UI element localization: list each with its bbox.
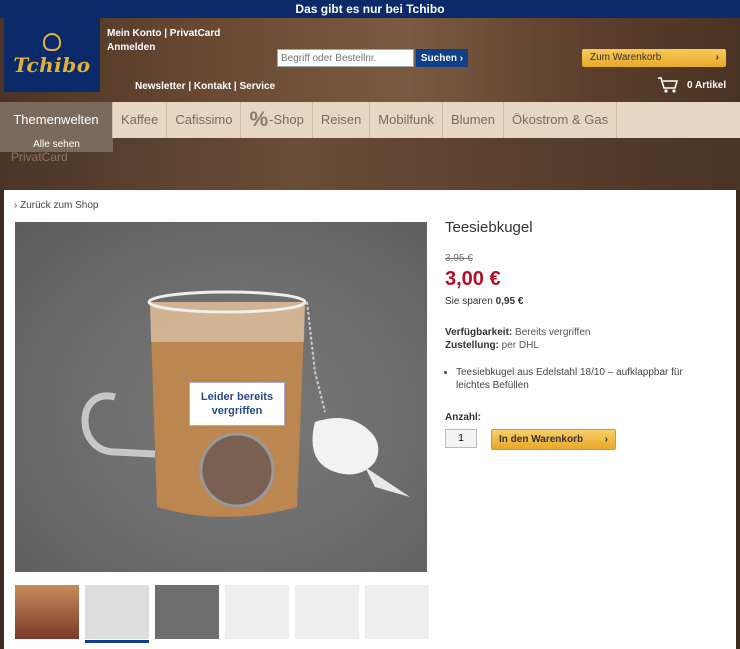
- savings: Sie sparen 0,95 €: [445, 296, 523, 307]
- product-page: › Zurück zum Shop Leider bereits vergrif…: [4, 190, 736, 649]
- delivery-value: per DHL: [501, 340, 539, 351]
- nav-item-mobilfunk[interactable]: Mobilfunk: [370, 102, 443, 138]
- go-to-cart-label: Zum Warenkorb: [590, 52, 662, 63]
- coffee-bean-icon: [43, 33, 61, 51]
- cart-count: 0 Artikel: [687, 79, 727, 91]
- savings-value: 0,95 €: [495, 296, 524, 307]
- shopping-cart-icon: [658, 77, 679, 93]
- availability-block: Verfügbarkeit: Bereits vergriffen Zustel…: [445, 326, 590, 352]
- utility-links[interactable]: Newsletter | Kontakt | Service: [135, 81, 275, 92]
- thumbnail-empty: [295, 585, 359, 639]
- main-navigation: Themenwelten Kaffee Cafissimo % -Shop Re…: [0, 102, 740, 138]
- see-all-link[interactable]: Alle sehen: [0, 138, 113, 152]
- availability-value: Bereits vergriffen: [515, 327, 591, 338]
- account-links: Mein Konto | PrivatCard Anmelden: [107, 27, 220, 55]
- product-title: Teesiebkugel: [445, 219, 533, 236]
- feature-list: Teesiebkugel aus Edelstahl 18/10 – aufkl…: [445, 366, 715, 392]
- privatcard-label: PrivatCard: [11, 150, 68, 164]
- thumbnail-strip: [15, 585, 435, 643]
- nav-item-cafissimo[interactable]: Cafissimo: [167, 102, 242, 138]
- account-link[interactable]: Mein Konto | PrivatCard: [107, 27, 220, 41]
- availability-label: Verfügbarkeit:: [445, 327, 513, 338]
- header: Tchibo Mein Konto | PrivatCard Anmelden …: [0, 18, 740, 102]
- nav-item-reisen[interactable]: Reisen: [313, 102, 371, 138]
- tchibo-logo[interactable]: Tchibo: [4, 18, 100, 92]
- sold-out-badge: Leider bereits vergriffen: [189, 382, 285, 426]
- product-image[interactable]: Leider bereits vergriffen: [15, 222, 427, 572]
- quantity-input[interactable]: [445, 429, 477, 448]
- quantity-label: Anzahl:: [445, 412, 482, 423]
- chevron-right-icon: ›: [715, 52, 719, 63]
- nav-item-kaffee[interactable]: Kaffee: [113, 102, 168, 138]
- cart-status[interactable]: 0 Artikel: [657, 76, 726, 94]
- savings-label: Sie sparen: [445, 296, 493, 307]
- nav-item-oekostrom[interactable]: Ökostrom & Gas: [504, 102, 618, 138]
- thumbnail-3[interactable]: [155, 585, 219, 639]
- old-price: 3,95 €: [445, 253, 473, 264]
- thumbnail-2-selected[interactable]: [85, 585, 149, 643]
- thumbnail-empty: [225, 585, 289, 639]
- delivery-label: Zustellung:: [445, 340, 499, 351]
- percent-icon: %: [249, 108, 269, 131]
- add-to-cart-button[interactable]: In den Warenkorb ›: [491, 429, 616, 450]
- promo-banner: Das gibt es nur bei Tchibo: [0, 0, 740, 18]
- search-button[interactable]: Suchen ›: [416, 49, 468, 67]
- login-link[interactable]: Anmelden: [107, 41, 220, 55]
- back-to-shop-link[interactable]: › Zurück zum Shop: [14, 200, 98, 211]
- go-to-cart-button[interactable]: Zum Warenkorb ›: [582, 49, 726, 67]
- thumbnail-empty: [365, 585, 429, 639]
- search-input[interactable]: [277, 49, 414, 67]
- nav-item-prozente-shop[interactable]: % -Shop: [241, 102, 313, 138]
- nav-item-themenwelten[interactable]: Themenwelten: [0, 102, 113, 138]
- thumbnail-1[interactable]: [15, 585, 79, 639]
- nav-item-blumen[interactable]: Blumen: [443, 102, 505, 138]
- search-bar: Suchen ›: [277, 49, 468, 67]
- feature-item: Teesiebkugel aus Edelstahl 18/10 – aufkl…: [456, 366, 715, 392]
- add-to-cart-label: In den Warenkorb: [499, 434, 584, 445]
- logo-text: Tchibo: [13, 53, 91, 77]
- current-price: 3,00 €: [445, 268, 501, 290]
- nav-item-shop-label: -Shop: [269, 112, 304, 127]
- chevron-right-icon: ›: [604, 434, 608, 445]
